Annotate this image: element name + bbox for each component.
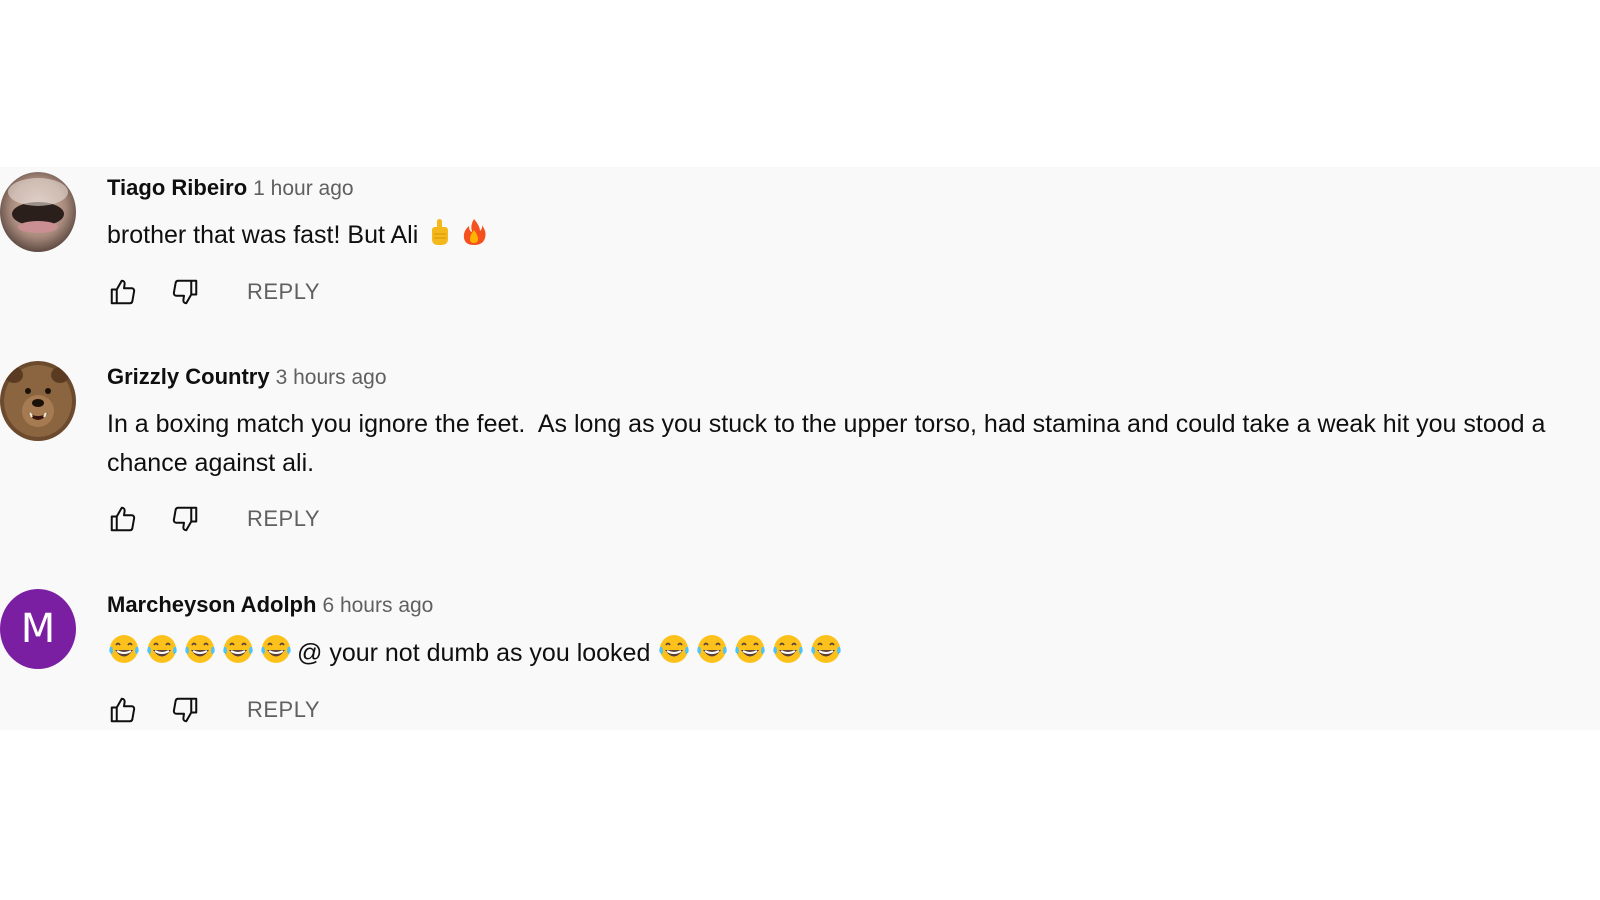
laughing-emoji-icon (771, 633, 805, 677)
comment-actions: REPLY (107, 692, 320, 728)
avatar[interactable] (0, 172, 76, 252)
avatar[interactable] (0, 361, 76, 441)
comment-timestamp[interactable]: 1 hour ago (253, 177, 353, 200)
fire-emoji-icon (460, 217, 488, 259)
laughing-emoji-icon (695, 633, 729, 677)
laughing-emoji-icon (733, 633, 767, 677)
comment-text: In a boxing match you ignore the feet. A… (107, 410, 1553, 477)
thumbs-down-icon (172, 279, 198, 305)
comment-text: brother that was fast! But Ali (107, 216, 1592, 259)
point-up-emoji-icon (425, 217, 453, 259)
thumbs-up-icon (110, 697, 136, 723)
comment-text-content: @ your not dumb as you looked (297, 639, 651, 667)
dislike-button[interactable] (169, 694, 201, 726)
author-name[interactable]: Tiago Ribeiro (107, 175, 247, 200)
comment-text: @ your not dumb as you looked (107, 633, 1592, 677)
comment-body: Grizzly Country 3 hours ago In a boxing m… (107, 361, 1592, 483)
comment-text-content: brother that was fast! But Ali (107, 221, 419, 249)
like-button[interactable] (107, 276, 139, 308)
bear-photo-icon (0, 361, 76, 441)
comment-body: Tiago Ribeiro 1 hour ago brother that was… (107, 172, 1592, 259)
emoji-group-after (657, 635, 847, 667)
like-button[interactable] (107, 694, 139, 726)
comment-timestamp[interactable]: 6 hours ago (322, 594, 433, 617)
dislike-button[interactable] (169, 276, 201, 308)
laughing-emoji-icon (145, 633, 179, 677)
comment-header: Grizzly Country 3 hours ago (107, 361, 1592, 393)
avatar[interactable]: M (0, 589, 76, 669)
thumbs-up-icon (110, 506, 136, 532)
comment-header: Marcheyson Adolph 6 hours ago (107, 589, 1592, 621)
dislike-button[interactable] (169, 503, 201, 535)
comment-header: Tiago Ribeiro 1 hour ago (107, 172, 1592, 204)
emoji-group-before (107, 635, 297, 667)
reply-button[interactable]: REPLY (247, 506, 320, 532)
laughing-emoji-icon (259, 633, 293, 677)
thumbs-down-icon (172, 697, 198, 723)
author-name[interactable]: Marcheyson Adolph (107, 592, 316, 617)
laughing-emoji-icon (657, 633, 691, 677)
laughing-emoji-icon (221, 633, 255, 677)
laughing-emoji-icon (183, 633, 217, 677)
page: Tiago Ribeiro 1 hour ago brother that was… (0, 0, 1600, 900)
laughing-emoji-icon (107, 633, 141, 677)
like-button[interactable] (107, 503, 139, 535)
reply-button[interactable]: REPLY (247, 279, 320, 305)
thumbs-down-icon (172, 506, 198, 532)
reply-button[interactable]: REPLY (247, 697, 320, 723)
author-name[interactable]: Grizzly Country (107, 364, 270, 389)
laughing-emoji-icon (809, 633, 843, 677)
comments-section: Tiago Ribeiro 1 hour ago brother that was… (0, 167, 1600, 730)
comment-timestamp[interactable]: 3 hours ago (276, 366, 387, 389)
comment-actions: REPLY (107, 274, 320, 310)
thumbs-up-icon (110, 279, 136, 305)
comment-body: Marcheyson Adolph 6 hours ago @ your not … (107, 589, 1592, 677)
comment-actions: REPLY (107, 501, 320, 537)
user-photo-icon (0, 172, 76, 252)
avatar-letter: M (0, 589, 76, 669)
